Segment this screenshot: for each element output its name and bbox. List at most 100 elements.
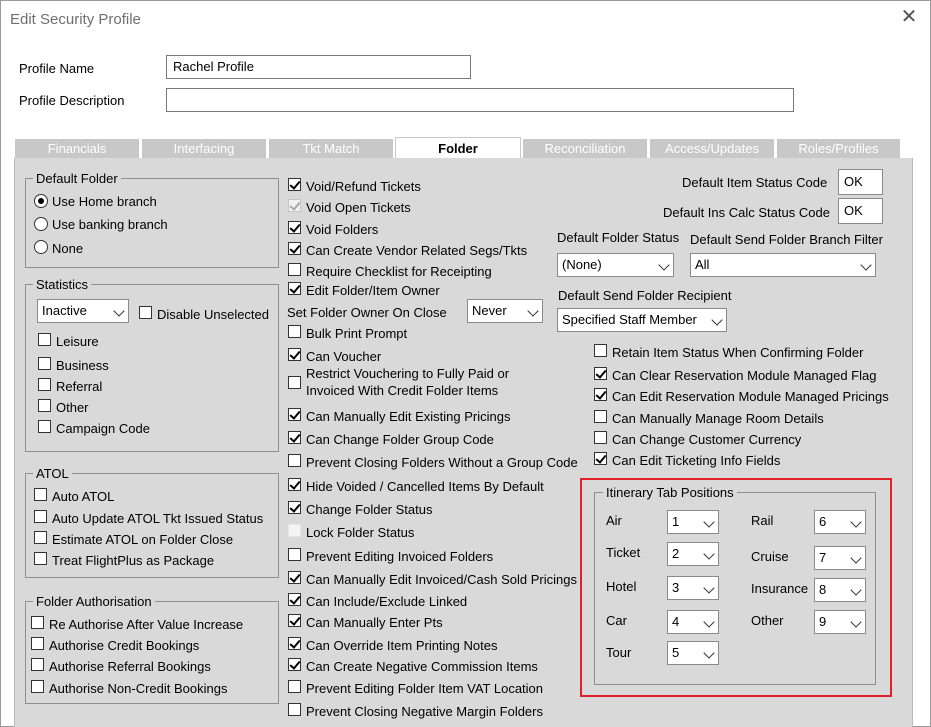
- prevent-negative-margin-checkbox[interactable]: [288, 703, 301, 716]
- edit-invoiced-checkbox[interactable]: [288, 571, 301, 584]
- negative-commission-checkbox[interactable]: [288, 658, 301, 671]
- authorise-noncredit-label: Authorise Non-Credit Bookings: [49, 681, 228, 696]
- ticketing-info-label: Can Edit Ticketing Info Fields: [612, 453, 781, 468]
- edit-owner-checkbox[interactable]: [288, 282, 301, 295]
- can-voucher-checkbox[interactable]: [288, 348, 301, 361]
- tab-roles-profiles[interactable]: Roles/Profiles: [776, 138, 901, 158]
- tab-access-updates[interactable]: Access/Updates: [649, 138, 775, 158]
- prevent-group-checkbox[interactable]: [288, 454, 301, 467]
- other-checkbox[interactable]: [38, 399, 51, 412]
- negative-commission-label: Can Create Negative Commission Items: [306, 659, 538, 674]
- customer-currency-checkbox[interactable]: [594, 431, 607, 444]
- ticket-value: 2: [672, 546, 680, 561]
- chevron-down-icon: [703, 616, 715, 628]
- atol-title: ATOL: [33, 466, 72, 481]
- retain-status-checkbox[interactable]: [594, 344, 607, 357]
- estimate-atol-checkbox[interactable]: [34, 531, 47, 544]
- room-details-checkbox[interactable]: [594, 410, 607, 423]
- branch-filter-value: All: [695, 257, 710, 272]
- other-label: Other: [56, 400, 89, 415]
- auto-atol-checkbox[interactable]: [34, 488, 47, 501]
- folder-status-select[interactable]: (None): [557, 253, 674, 277]
- authorise-noncredit-checkbox[interactable]: [31, 680, 44, 693]
- void-refund-label: Void/Refund Tickets: [306, 179, 421, 194]
- tab-interfacing[interactable]: Interfacing: [141, 138, 267, 158]
- tab-tkt-match[interactable]: Tkt Match: [268, 138, 394, 158]
- tab-reconciliation[interactable]: Reconciliation: [522, 138, 648, 158]
- tab-financials[interactable]: Financials: [14, 138, 140, 158]
- use-banking-branch-radio[interactable]: [34, 217, 48, 231]
- profile-name-input[interactable]: Rachel Profile: [166, 55, 471, 79]
- set-owner-label: Set Folder Owner On Close: [287, 305, 447, 320]
- hide-voided-checkbox[interactable]: [288, 478, 301, 491]
- restrict-vouchering-checkbox[interactable]: [288, 376, 301, 389]
- ticket-label: Ticket: [606, 545, 641, 560]
- change-status-checkbox[interactable]: [288, 501, 301, 514]
- enter-pts-label: Can Manually Enter Pts: [306, 615, 443, 630]
- campaign-code-checkbox[interactable]: [38, 420, 51, 433]
- prevent-vat-checkbox[interactable]: [288, 680, 301, 693]
- car-select[interactable]: 4: [667, 610, 719, 634]
- use-home-branch-radio[interactable]: [34, 194, 48, 208]
- void-folders-checkbox[interactable]: [288, 221, 301, 234]
- tour-select[interactable]: 5: [667, 641, 719, 665]
- clear-flag-label: Can Clear Reservation Module Managed Fla…: [612, 368, 877, 383]
- include-exclude-checkbox[interactable]: [288, 593, 301, 606]
- other-position-value: 9: [819, 614, 827, 629]
- prevent-invoiced-checkbox[interactable]: [288, 548, 301, 561]
- disable-unselected-checkbox[interactable]: [139, 306, 152, 319]
- edit-reservation-checkbox[interactable]: [594, 388, 607, 401]
- edit-pricings-checkbox[interactable]: [288, 408, 301, 421]
- change-group-checkbox[interactable]: [288, 431, 301, 444]
- authorise-referral-checkbox[interactable]: [31, 658, 44, 671]
- require-checklist-checkbox[interactable]: [288, 263, 301, 276]
- edit-owner-label: Edit Folder/Item Owner: [306, 283, 440, 298]
- statistics-select-value: Inactive: [42, 303, 87, 318]
- restrict-vouchering-label-1: Restrict Vouchering to Fully Paid or: [306, 366, 510, 381]
- rail-select[interactable]: 6: [814, 510, 866, 534]
- reauthorise-checkbox[interactable]: [31, 616, 44, 629]
- tab-folder[interactable]: Folder: [395, 137, 521, 159]
- insurance-select[interactable]: 8: [814, 578, 866, 602]
- reauthorise-label: Re Authorise After Value Increase: [49, 617, 244, 632]
- profile-description-input[interactable]: [166, 88, 794, 112]
- void-refund-checkbox[interactable]: [288, 178, 301, 191]
- branch-filter-label: Default Send Folder Branch Filter: [690, 232, 883, 247]
- none-radio[interactable]: [34, 240, 48, 254]
- other-position-label: Other: [751, 613, 784, 628]
- air-select[interactable]: 1: [667, 510, 719, 534]
- flightplus-package-checkbox[interactable]: [34, 552, 47, 565]
- set-owner-select[interactable]: Never: [467, 299, 543, 323]
- disable-unselected-label: Disable Unselected: [157, 307, 270, 322]
- item-status-code-input[interactable]: OK: [838, 169, 883, 195]
- void-open-checkbox[interactable]: [288, 199, 301, 212]
- auto-update-atol-checkbox[interactable]: [34, 510, 47, 523]
- bulk-print-checkbox[interactable]: [288, 325, 301, 338]
- cruise-select[interactable]: 7: [814, 546, 866, 570]
- can-voucher-label: Can Voucher: [306, 349, 382, 364]
- ticket-select[interactable]: 2: [667, 542, 719, 566]
- close-icon[interactable]: ✕: [898, 6, 920, 28]
- business-checkbox[interactable]: [38, 357, 51, 370]
- change-status-label: Change Folder Status: [306, 502, 433, 517]
- ticketing-info-checkbox[interactable]: [594, 452, 607, 465]
- folder-authorisation-title: Folder Authorisation: [33, 594, 155, 609]
- other-position-select[interactable]: 9: [814, 610, 866, 634]
- air-label: Air: [606, 513, 622, 528]
- authorise-credit-checkbox[interactable]: [31, 637, 44, 650]
- statistics-select[interactable]: Inactive: [37, 299, 129, 323]
- authorise-credit-label: Authorise Credit Bookings: [49, 638, 200, 653]
- leisure-checkbox[interactable]: [38, 333, 51, 346]
- lock-status-checkbox[interactable]: [288, 524, 301, 537]
- vendor-segs-checkbox[interactable]: [288, 242, 301, 255]
- branch-filter-select[interactable]: All: [690, 253, 876, 277]
- enter-pts-checkbox[interactable]: [288, 614, 301, 627]
- itinerary-title: Itinerary Tab Positions: [603, 485, 737, 500]
- override-notes-checkbox[interactable]: [288, 637, 301, 650]
- hotel-select[interactable]: 3: [667, 576, 719, 600]
- lock-status-label: Lock Folder Status: [306, 525, 415, 540]
- recipient-select[interactable]: Specified Staff Member: [557, 308, 727, 332]
- ins-calc-status-input[interactable]: OK: [838, 198, 883, 224]
- clear-flag-checkbox[interactable]: [594, 367, 607, 380]
- referral-checkbox[interactable]: [38, 378, 51, 391]
